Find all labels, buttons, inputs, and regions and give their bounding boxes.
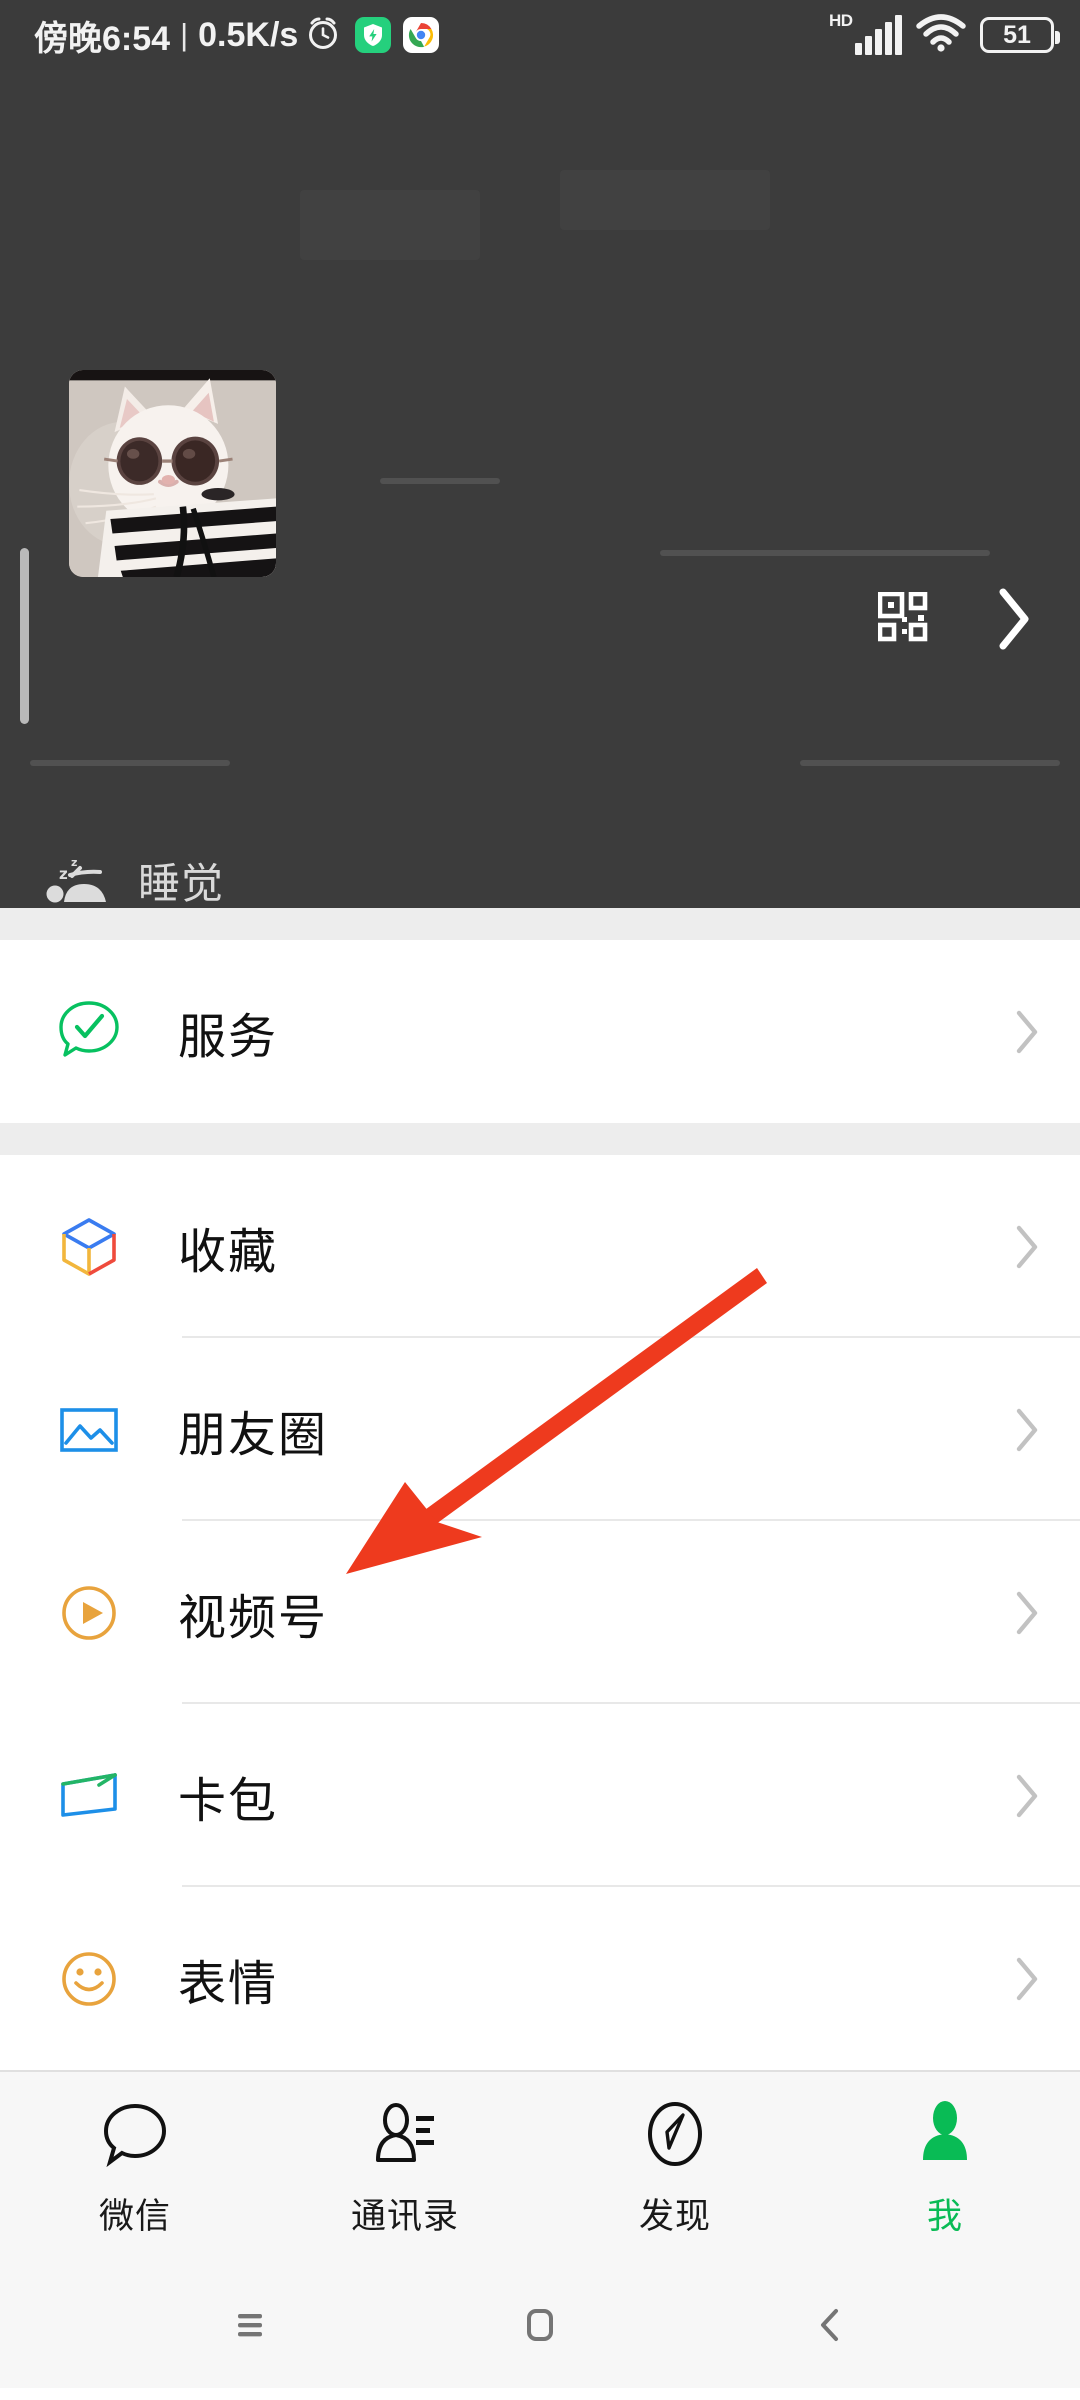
svg-text:z: z (71, 856, 77, 869)
status-bar-separator: | (180, 17, 189, 52)
scroll-indicator[interactable] (20, 548, 29, 724)
chat-bubble-icon (96, 2098, 174, 2176)
wifi-icon (916, 13, 966, 58)
chevron-right-icon (1014, 1956, 1040, 2002)
list-item-label: 卡包 (178, 1772, 279, 1829)
tab-label: 微信 (98, 2197, 171, 2237)
obscured-line (800, 760, 1060, 766)
chevron-right-icon (1014, 1009, 1040, 1055)
chevron-right-icon (1014, 1773, 1040, 1819)
list-item-channels[interactable]: 视频号 (0, 1521, 1080, 1704)
list-item-cards[interactable]: 卡包 (0, 1704, 1080, 1887)
stickers-smiley-icon (52, 1942, 126, 2016)
main-list-section: 收藏 朋友圈 视频号 卡包 表情 (0, 1155, 1080, 2070)
recents-menu-icon[interactable] (220, 2295, 280, 2355)
contacts-icon (366, 2098, 444, 2176)
user-status-label: 睡觉 (138, 859, 225, 908)
list-item-label: 收藏 (178, 1223, 279, 1280)
services-icon (52, 995, 126, 1069)
obscured-line (660, 550, 990, 556)
list-item-label: 朋友圈 (178, 1406, 329, 1463)
status-bar-network-speed: 0.5K/s (198, 15, 299, 54)
status-bar: 傍晚6:54 | 0.5K/s HD 51 (0, 0, 1080, 70)
services-section: 服务 (0, 940, 1080, 1123)
profile-chevron-right-icon[interactable] (996, 586, 1032, 652)
me-person-icon (906, 2098, 984, 2176)
battery-level: 51 (1003, 20, 1031, 49)
chevron-right-icon (1014, 1224, 1040, 1270)
list-item-favorites[interactable]: 收藏 (0, 1155, 1080, 1338)
android-navigation-bar (0, 2278, 1080, 2388)
status-bar-right: HD 51 (829, 11, 1060, 58)
chevron-right-icon (1014, 1407, 1040, 1453)
obscured-block (560, 170, 770, 230)
sleeping-icon: z z (44, 855, 118, 907)
list-item-services[interactable]: 服务 (0, 940, 1080, 1123)
list-item-label: 服务 (178, 1008, 279, 1065)
channels-play-icon (52, 1576, 126, 1650)
tab-wechat[interactable]: 微信 (0, 2072, 270, 2278)
hd-label: HD (829, 11, 853, 30)
obscured-line (30, 760, 230, 766)
user-status[interactable]: z z 睡觉 (44, 850, 224, 908)
chevron-right-icon (1014, 1590, 1040, 1636)
bottom-tab-bar: 微信 通讯录 发现 我 (0, 2070, 1080, 2278)
obscured-block (300, 190, 480, 260)
list-item-label: 表情 (178, 1955, 279, 2012)
alarm-clock-icon (303, 13, 343, 58)
favorites-cube-icon (52, 1210, 126, 1284)
status-bar-time: 傍晚6:54 (34, 19, 171, 58)
avatar[interactable] (69, 370, 276, 577)
tab-label: 通讯录 (350, 2197, 459, 2237)
tab-label: 发现 (638, 2197, 711, 2237)
tab-contacts[interactable]: 通讯录 (270, 2072, 540, 2278)
status-bar-left: 傍晚6:54 | 0.5K/s (34, 11, 440, 60)
profile-header[interactable]: z z 睡觉 (0, 70, 1080, 908)
section-gap (0, 1123, 1080, 1155)
qr-code-icon[interactable] (877, 591, 934, 648)
tab-me[interactable]: 我 (810, 2072, 1080, 2278)
cards-wallet-icon (52, 1759, 126, 1833)
security-shield-icon (355, 17, 392, 53)
home-square-icon[interactable] (510, 2295, 570, 2355)
signal-bars-icon: HD (829, 11, 902, 55)
svg-text:z: z (59, 865, 68, 883)
tab-label: 我 (926, 2197, 963, 2237)
list-item-label: 视频号 (178, 1589, 329, 1646)
obscured-line (380, 478, 500, 484)
discover-compass-icon (636, 2098, 714, 2176)
back-chevron-icon[interactable] (800, 2295, 860, 2355)
section-gap (0, 908, 1080, 940)
chrome-icon (403, 17, 440, 53)
battery-indicator: 51 (980, 17, 1060, 53)
list-item-stickers[interactable]: 表情 (0, 1887, 1080, 2070)
moments-photo-icon (52, 1393, 126, 1467)
tab-discover[interactable]: 发现 (540, 2072, 810, 2278)
list-item-moments[interactable]: 朋友圈 (0, 1338, 1080, 1521)
